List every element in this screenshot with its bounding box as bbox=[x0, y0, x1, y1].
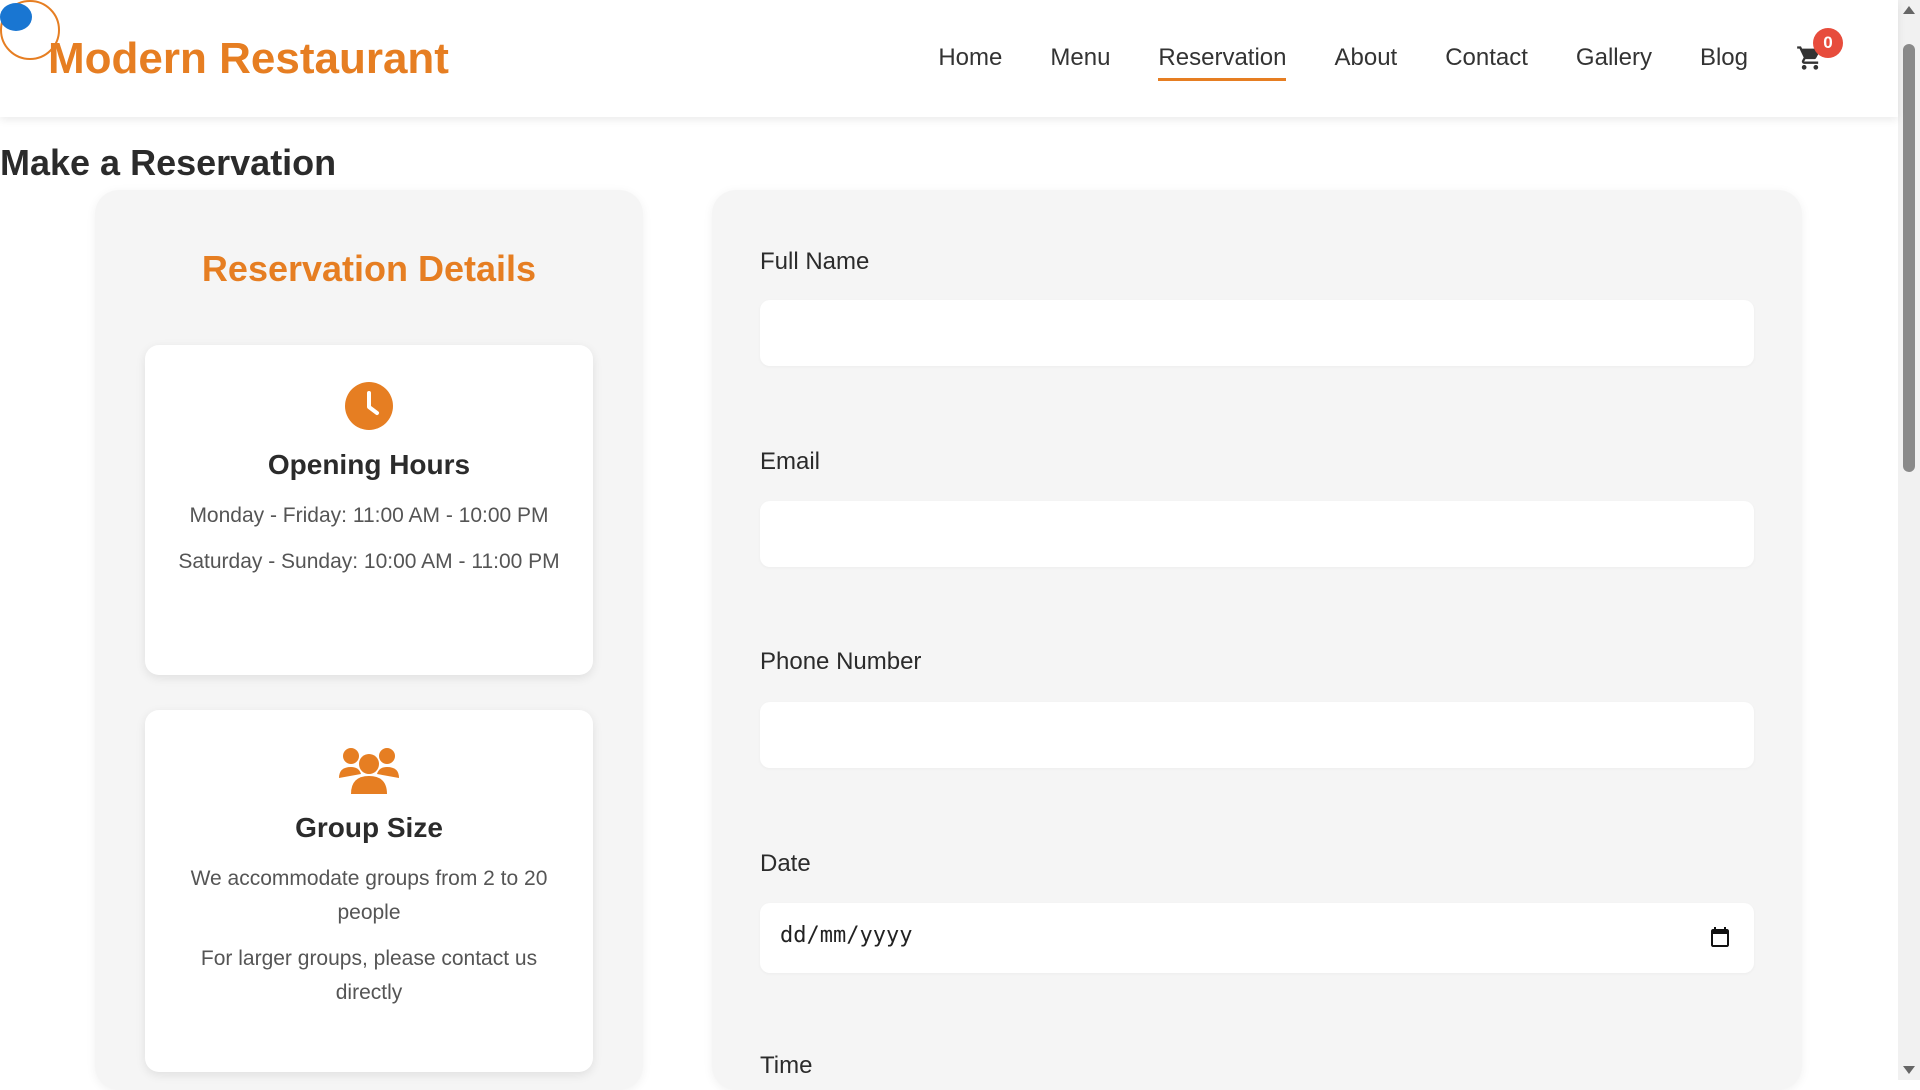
page-title: Make a Reservation bbox=[0, 142, 337, 183]
cart-button[interactable]: 0 bbox=[1796, 27, 1843, 76]
full-name-label: Full Name bbox=[760, 248, 870, 275]
card-text: Saturday - Sunday: 10:00 AM - 11:00 PM bbox=[178, 550, 560, 573]
nav-about[interactable]: About bbox=[1334, 44, 1397, 81]
nav-home[interactable]: Home bbox=[938, 44, 1002, 81]
site-header: Modern Restaurant Home Menu Reservation … bbox=[0, 0, 1898, 117]
phone-label: Phone Number bbox=[760, 648, 922, 675]
nav-blog[interactable]: Blog bbox=[1700, 44, 1748, 81]
scroll-up-arrow-icon[interactable] bbox=[1903, 6, 1915, 14]
cart-count-badge: 0 bbox=[1813, 27, 1843, 58]
reservation-details-panel: Reservation Details Opening Hours Monday… bbox=[95, 190, 643, 1090]
clock-icon bbox=[345, 382, 393, 430]
group-size-card: Group Size We accommodate groups from 2 … bbox=[145, 710, 593, 1072]
nav-menu[interactable]: Menu bbox=[1050, 44, 1110, 81]
nav-reservation[interactable]: Reservation bbox=[1158, 44, 1287, 81]
card-title: Group Size bbox=[295, 812, 443, 843]
users-group-icon bbox=[339, 748, 399, 794]
card-text: Monday - Friday: 11:00 AM - 10:00 PM bbox=[189, 504, 549, 527]
nav-gallery[interactable]: Gallery bbox=[1576, 44, 1652, 81]
time-label: Time bbox=[760, 1052, 813, 1079]
card-title: Opening Hours bbox=[267, 449, 471, 480]
date-placeholder: dd/mm/yyyy bbox=[780, 923, 913, 948]
main-nav: Home Menu Reservation About Contact Gall… bbox=[890, 27, 1843, 81]
email-label: Email bbox=[760, 448, 821, 475]
page-scrollbar[interactable] bbox=[1898, 0, 1920, 1080]
logo-dot-icon bbox=[0, 3, 32, 31]
date-input[interactable]: dd/mm/yyyy bbox=[760, 903, 1754, 973]
site-logo[interactable]: Modern Restaurant bbox=[48, 34, 449, 84]
scroll-down-arrow-icon[interactable] bbox=[1903, 1066, 1915, 1074]
full-name-input[interactable] bbox=[760, 300, 1754, 366]
email-input[interactable] bbox=[760, 501, 1754, 567]
calendar-icon[interactable] bbox=[1708, 925, 1732, 949]
reservation-form: Full Name Email Phone Number Date dd/mm/… bbox=[712, 190, 1802, 1090]
card-text: We accommodate groups from 2 to 20 peopl… bbox=[190, 867, 548, 924]
phone-input[interactable] bbox=[760, 702, 1754, 768]
details-title: Reservation Details bbox=[201, 248, 537, 289]
card-text: For larger groups, please contact us dir… bbox=[200, 947, 538, 1004]
scroll-thumb[interactable] bbox=[1903, 44, 1915, 472]
nav-contact[interactable]: Contact bbox=[1445, 44, 1528, 81]
date-label: Date bbox=[760, 850, 811, 877]
opening-hours-card: Opening Hours Monday - Friday: 11:00 AM … bbox=[145, 345, 593, 675]
